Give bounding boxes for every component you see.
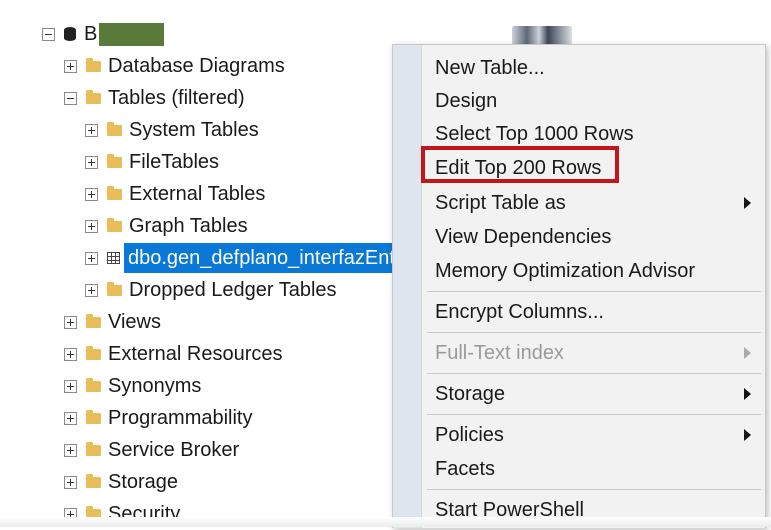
folder-icon [107,217,122,232]
menu-item-full-text-index: Full-Text index [435,342,564,364]
tree-node-database-diagrams[interactable]: Database Diagrams [64,50,285,82]
folder-icon [86,409,101,424]
expand-icon[interactable] [85,283,98,297]
expand-icon[interactable] [85,219,98,233]
expand-icon[interactable] [64,379,77,393]
tree-node-label: dbo.gen_defplano_interfazEnt [124,243,399,273]
tree-node-graph-tables[interactable]: Graph Tables [85,210,248,242]
folder-icon [107,153,122,168]
tree-node-label: Dropped Ledger Tables [129,279,337,301]
database-name: B [84,23,98,45]
redacted-name [99,22,165,46]
submenu-arrow-icon [744,429,751,441]
folder-icon [86,377,101,392]
tree-node-label: Database Diagrams [108,55,285,77]
menu-item-memory-optimization-advisor[interactable]: Memory Optimization Advisor [435,255,695,287]
menu-item-storage[interactable]: Storage [435,378,505,410]
folder-icon [107,121,122,136]
folder-icon [107,281,122,296]
menu-separator [427,332,761,333]
tree-node-system-tables[interactable]: System Tables [85,114,259,146]
tree-node-label: External Tables [129,183,266,205]
collapse-icon[interactable] [42,27,55,41]
menu-icon-gutter [393,45,422,528]
expand-icon[interactable] [64,443,77,457]
context-menu: New Table... Design Select Top 1000 Rows… [392,44,766,528]
menu-separator [427,373,761,374]
tree-node-service-broker[interactable]: Service Broker [64,434,239,466]
expand-icon[interactable] [85,187,98,201]
expand-icon[interactable] [64,315,77,329]
submenu-arrow-icon [744,388,751,400]
blurred-toolbar-fragment [512,26,572,45]
menu-separator [427,414,761,415]
folder-icon [86,57,101,72]
expand-icon[interactable] [64,475,77,489]
folder-icon [86,89,101,104]
menu-separator [427,489,761,490]
menu-separator [427,291,761,292]
highlight-box [421,146,619,183]
table-icon [107,252,120,264]
database-icon [64,27,76,41]
folder-icon [107,185,122,200]
tree-node-label: FileTables [129,151,220,173]
frame-bottom-edge [0,517,771,527]
tree-node-selected-table[interactable]: dbo.gen_defplano_interfazEnt [85,242,399,274]
submenu-arrow-icon [744,347,751,359]
tree-node-label: Service Broker [108,439,240,461]
menu-item-view-dependencies[interactable]: View Dependencies [435,221,611,253]
submenu-arrow-icon [744,197,751,209]
folder-icon [86,313,101,328]
expand-icon[interactable] [85,155,98,169]
menu-item-policies[interactable]: Policies [435,419,504,451]
tree-node-filetables[interactable]: FileTables [85,146,219,178]
folder-icon [86,441,101,456]
menu-item-encrypt-columns[interactable]: Encrypt Columns... [435,296,604,328]
expand-icon[interactable] [85,251,98,265]
tree-node-external-resources[interactable]: External Resources [64,338,283,370]
tree-node-label: External Resources [108,343,283,365]
tree-node-synonyms[interactable]: Synonyms [64,370,201,402]
menu-item-facets[interactable]: Facets [435,453,495,485]
folder-icon [86,473,101,488]
menu-item-label: Script Table as [435,192,566,214]
tree-node-label: System Tables [129,119,259,141]
folder-icon [86,345,101,360]
collapse-icon[interactable] [64,91,77,105]
expand-icon[interactable] [64,411,77,425]
tree-node-dropped-ledger-tables[interactable]: Dropped Ledger Tables [85,274,337,306]
tree-node-external-tables[interactable]: External Tables [85,178,265,210]
tree-node-label: Programmability [108,407,253,429]
menu-item-design[interactable]: Design [435,85,497,117]
tree-node-database[interactable]: B [42,18,165,50]
tree-node-label: Views [108,311,161,333]
menu-item-script-table-as[interactable]: Script Table as [435,187,753,219]
tree-node-label: Synonyms [108,375,202,397]
tree-node-views[interactable]: Views [64,306,161,338]
expand-icon[interactable] [64,347,77,361]
tree-node-label: Graph Tables [129,215,248,237]
expand-icon[interactable] [64,59,77,73]
tree-node-storage[interactable]: Storage [64,466,178,498]
tree-node-programmability[interactable]: Programmability [64,402,252,434]
expand-icon[interactable] [85,123,98,137]
tree-node-tables[interactable]: Tables (filtered) [64,82,245,114]
tree-node-label: Storage [108,471,179,493]
tree-node-label: Tables (filtered) [108,87,245,109]
menu-item-new-table[interactable]: New Table... [435,52,545,84]
